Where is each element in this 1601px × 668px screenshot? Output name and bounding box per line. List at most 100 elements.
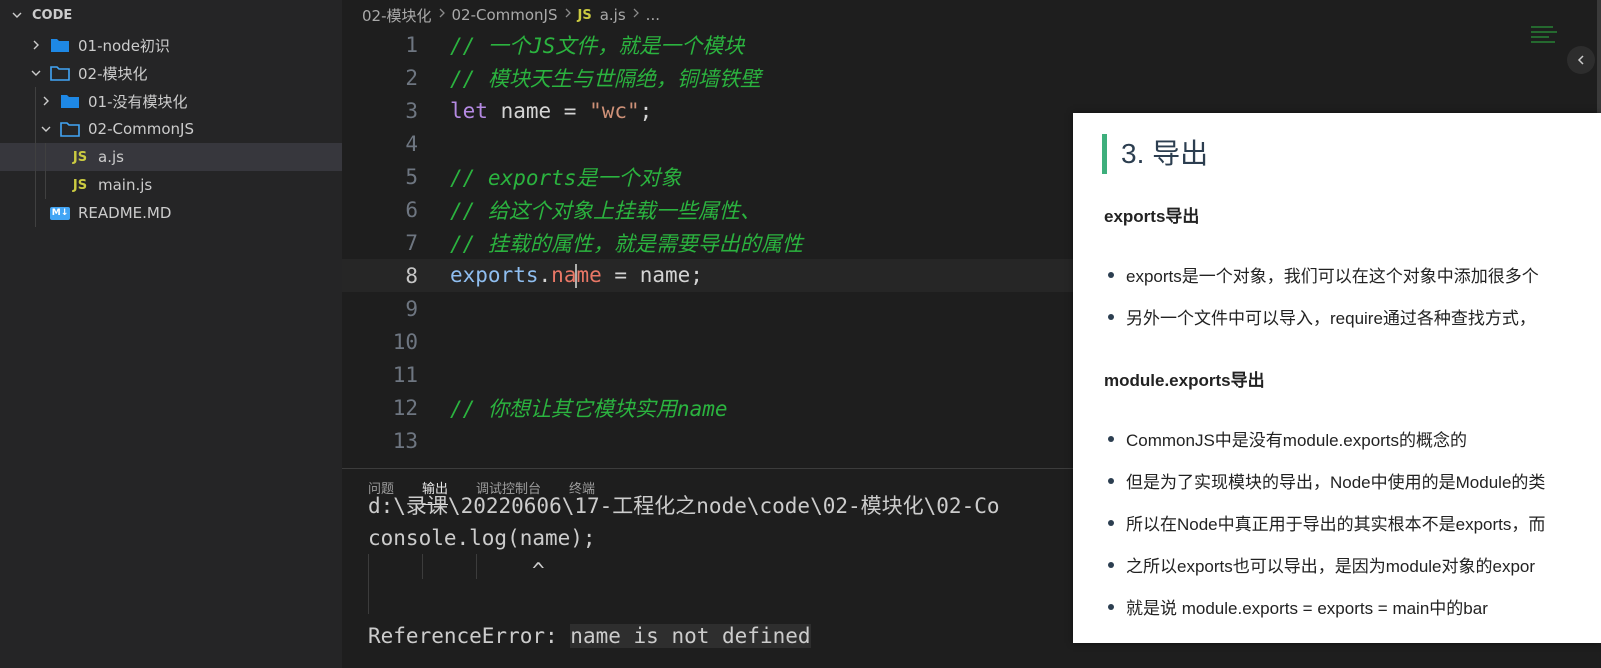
code-keyword: let — [450, 98, 488, 123]
line-number: 9 — [405, 296, 418, 321]
code-comment: // 模块天生与世隔绝，铜墙铁壁 — [450, 66, 761, 91]
code-line[interactable]: 2 // 模块天生与世隔绝，铜墙铁壁 — [342, 61, 1601, 94]
tree-item-02-commonjs[interactable]: 02-CommonJS — [0, 115, 342, 143]
doc-subheading: module.exports导出 — [1104, 371, 1265, 390]
javascript-file-icon: JS — [72, 177, 88, 193]
tree-item-a-js[interactable]: JS a.js — [0, 143, 342, 171]
chevron-down-icon — [10, 9, 24, 21]
chevron-down-icon — [38, 123, 54, 135]
code-comment: // 一个JS文件，就是一个模块 — [450, 33, 745, 58]
tree-item-02-modularization[interactable]: 02-模块化 — [0, 59, 342, 87]
output-caret: ^ — [532, 558, 545, 583]
code-line[interactable]: 1 // 一个JS文件，就是一个模块 — [342, 28, 1601, 61]
indent-guide — [35, 87, 36, 115]
doc-bullet: 就是说 module.exports = exports = main中的bar — [1108, 594, 1488, 619]
doc-subheading: exports导出 — [1104, 207, 1200, 226]
error-label: ReferenceError: — [368, 623, 571, 648]
markdown-file-icon: M↓ — [49, 206, 71, 220]
minimap-line — [1531, 36, 1549, 38]
code-statement: let name = "wc"; — [450, 99, 652, 123]
explorer-section-title: CODE — [32, 7, 73, 23]
folder-icon — [58, 93, 82, 109]
output-path-line: d:\录课\20220606\17-工程化之node\code\02-模块化\0… — [368, 493, 1000, 518]
line-number: 12 — [392, 395, 418, 420]
doc-bullet: exports是一个对象，我们可以在这个对象中添加很多个 — [1108, 262, 1539, 287]
tree-item-label: README.MD — [78, 204, 172, 222]
folder-open-icon — [48, 65, 72, 81]
line-number: 13 — [392, 428, 418, 453]
tree-item-main-js[interactable]: JS main.js — [0, 171, 342, 199]
code-comment: // 你想让其它模块实用name — [450, 396, 728, 421]
line-number: 5 — [405, 164, 418, 189]
indent-guide — [35, 199, 36, 227]
chevron-right-icon — [563, 7, 573, 23]
doc-bullet: 之所以exports也可以导出，是因为module对象的expor — [1108, 552, 1535, 577]
code-string: "wc" — [589, 98, 640, 123]
line-number: 2 — [405, 65, 418, 90]
indent-guide — [45, 171, 46, 199]
indent-guide — [45, 143, 46, 171]
explorer-sidebar: CODE 01-node初识 02-模块化 01-没有模块化 02-Common… — [0, 0, 342, 668]
line-number: 6 — [405, 197, 418, 222]
code-comment: // 挂载的属性，就是需要导出的属性 — [450, 231, 803, 256]
line-number: 3 — [405, 98, 418, 123]
line-number: 11 — [392, 362, 418, 387]
editor-scrollbar[interactable] — [1597, 0, 1601, 120]
minimap-line — [1531, 26, 1553, 28]
explorer-section-header[interactable]: CODE — [0, 0, 342, 30]
code-identifier: name = — [487, 98, 590, 123]
line-number: 8 — [405, 263, 418, 288]
doc-bullet-text: exports是一个对象，我们可以在这个对象中添加很多个 — [1126, 267, 1539, 286]
minimap-line — [1531, 41, 1555, 43]
doc-bullet-text: 就是说 module.exports = exports = main中的bar — [1126, 599, 1488, 618]
code-statement: exports.name = name; — [450, 263, 703, 288]
minimap[interactable] — [1531, 26, 1561, 52]
indent-guide — [422, 554, 423, 579]
chevron-down-icon — [28, 67, 44, 79]
javascript-file-icon: JS — [577, 7, 592, 23]
breadcrumb: 02-模块化 02-CommonJS JS a.js ... — [342, 0, 1601, 30]
chevron-right-icon — [28, 39, 44, 51]
doc-overlay: 3. 导出 exports导出 exports是一个对象，我们可以在这个对象中添… — [1073, 113, 1601, 643]
tree-item-01-node[interactable]: 01-node初识 — [0, 31, 342, 59]
doc-bullet-text: 另外一个文件中可以导入，require通过各种查找方式， — [1126, 309, 1536, 328]
doc-bullet: CommonJS中是没有module.exports的概念的 — [1108, 426, 1467, 451]
breadcrumb-symbol[interactable]: ... — [646, 6, 660, 24]
indent-guide — [35, 143, 36, 171]
code-punctuation: . — [538, 263, 552, 287]
breadcrumb-file[interactable]: a.js — [600, 6, 626, 24]
line-number: 4 — [405, 131, 418, 156]
tree-item-01-no-modules[interactable]: 01-没有模块化 — [0, 87, 342, 115]
doc-bullet: 另外一个文件中可以导入，require通过各种查找方式， — [1108, 304, 1536, 329]
code-identifier: exports — [450, 263, 539, 287]
chevron-left-icon — [1577, 55, 1584, 65]
tree-item-readme[interactable]: M↓ README.MD — [0, 199, 342, 227]
tree-item-label: 01-node初识 — [78, 36, 170, 55]
line-number: 7 — [405, 230, 418, 255]
code-punctuation: ; — [639, 98, 653, 123]
tree-item-label: 01-没有模块化 — [88, 92, 188, 111]
line-number: 1 — [405, 32, 418, 57]
breadcrumb-folder[interactable]: 02-模块化 — [362, 5, 432, 26]
output-code-line: console.log(name); — [368, 525, 596, 550]
tree-item-label: 02-CommonJS — [88, 120, 195, 138]
tree-item-label: main.js — [98, 176, 153, 194]
indent-guide — [35, 171, 36, 199]
javascript-file-icon: JS — [72, 149, 88, 165]
code-comment: // 给这个对象上挂载一些属性、 — [450, 198, 761, 223]
error-message: name is not defined — [570, 623, 811, 648]
folder-icon — [48, 37, 72, 53]
code-comment: // exports是一个对象 — [450, 165, 682, 190]
folder-open-icon — [58, 121, 82, 137]
code-property: me — [576, 263, 602, 287]
chevron-right-icon — [437, 7, 447, 23]
indent-guide — [368, 554, 369, 614]
doc-bullet: 但是为了实现模块的导出，Node中使用的是Module的类 — [1108, 468, 1545, 493]
breadcrumb-folder[interactable]: 02-CommonJS — [452, 6, 558, 24]
doc-bullet-text: 所以在Node中真正用于导出的其实根本不是exports，而 — [1126, 515, 1546, 534]
collapse-button[interactable] — [1567, 46, 1595, 74]
code-property: na — [551, 263, 577, 287]
indent-guide — [35, 115, 36, 143]
doc-bullet: 所以在Node中真正用于导出的其实根本不是exports，而 — [1108, 510, 1545, 535]
doc-bullet-text: 之所以exports也可以导出，是因为module对象的expor — [1126, 557, 1536, 576]
